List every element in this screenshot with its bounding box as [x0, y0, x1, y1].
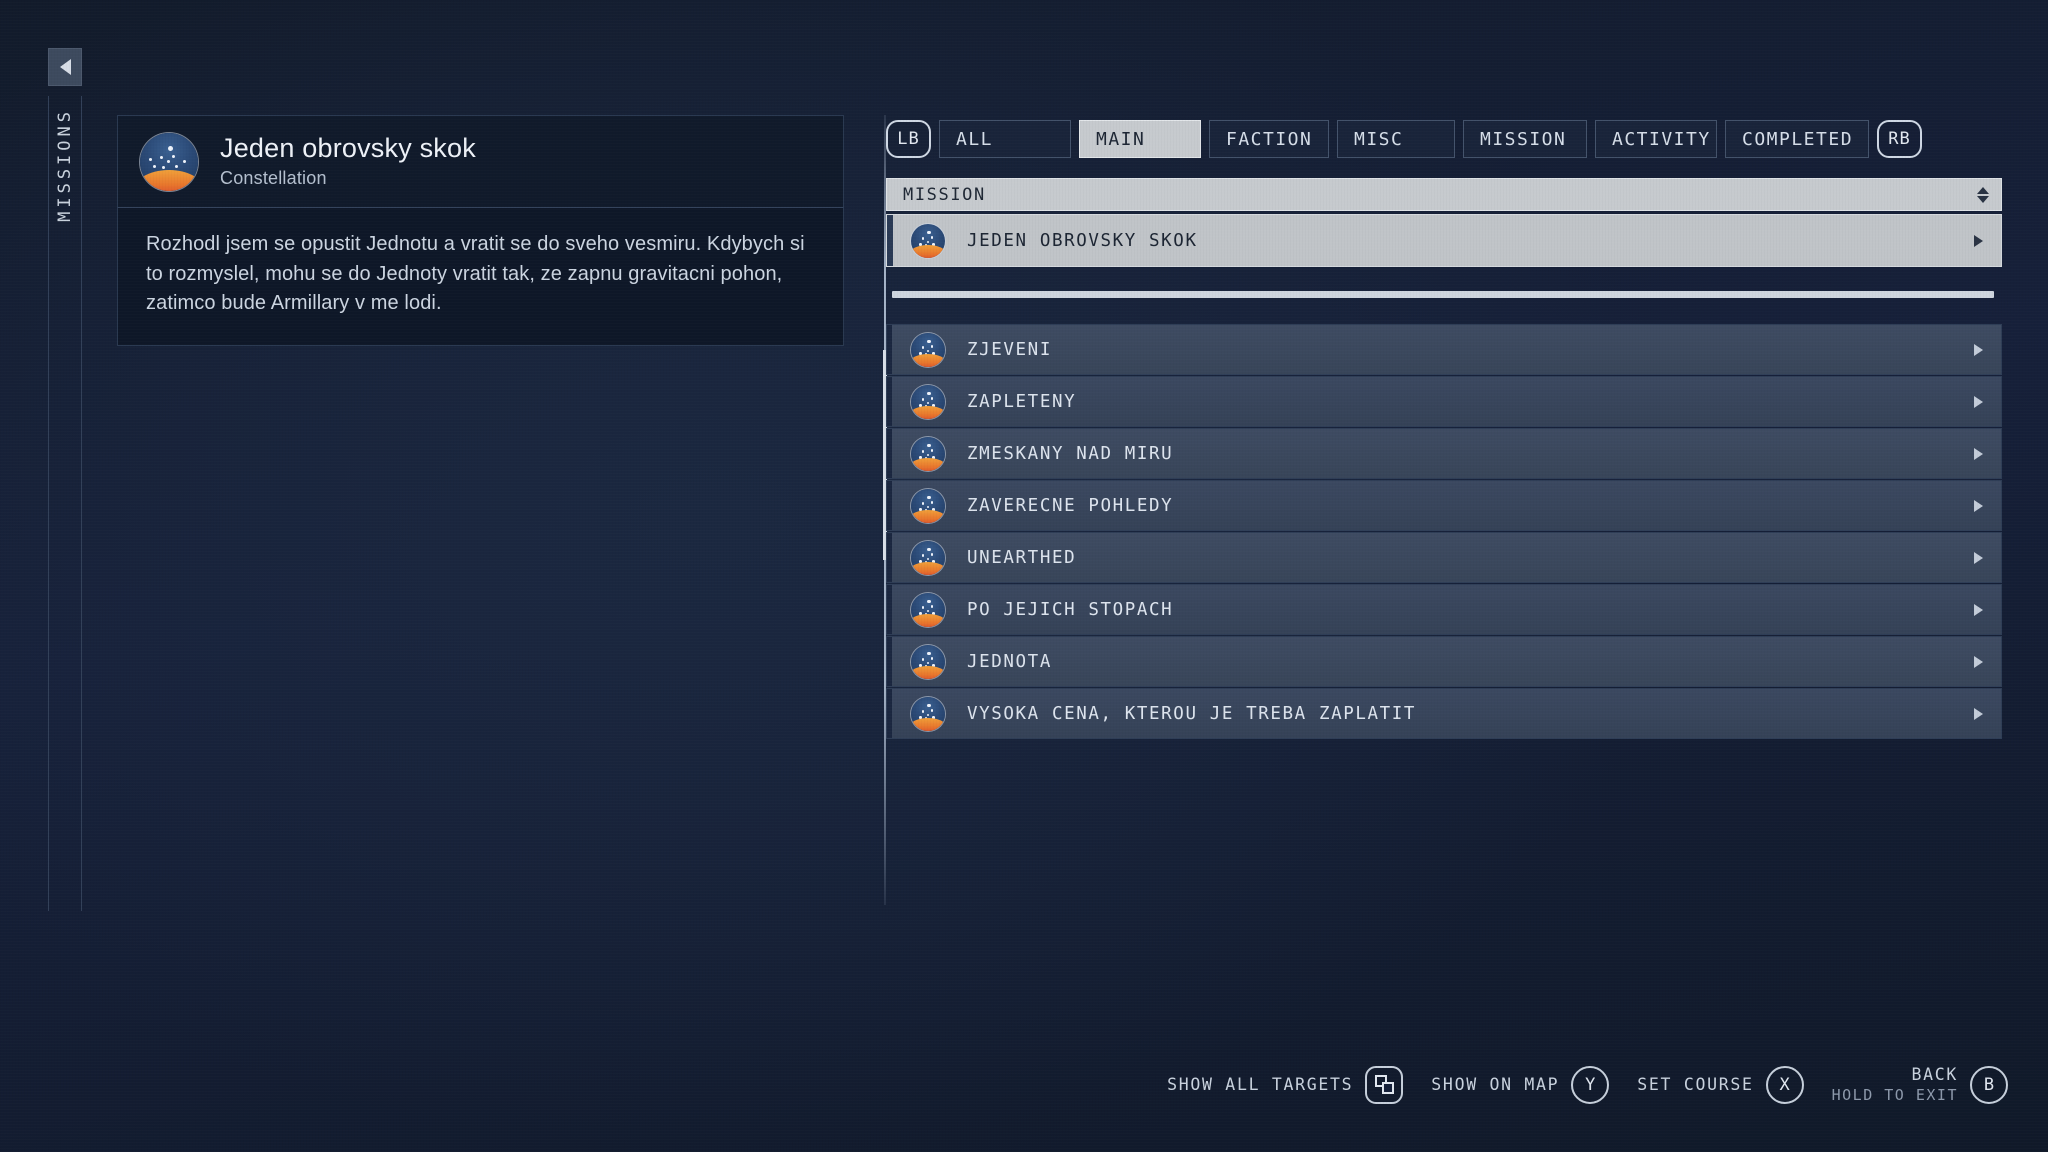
constellation-emblem-icon [140, 132, 198, 191]
mission-description: Rozhodl jsem se opustit Jednotu a vratit… [146, 233, 805, 315]
tracked-mission-section: JEDEN OBROVSKY SKOK [886, 214, 2002, 267]
row-accent-bar [887, 481, 892, 530]
mission-row[interactable]: ZAVERECNE POHLEDY [886, 480, 2002, 531]
chevron-right-icon [1974, 603, 1983, 616]
mission-row-label: ZJEVENI [967, 339, 1052, 360]
action-bar: SHOW ALL TARGETS SHOW ON MAP Y SET COURS… [1167, 1065, 2008, 1104]
view-icon [1374, 1075, 1394, 1094]
row-accent-bar [887, 533, 892, 582]
action-label: BACK [1911, 1065, 1958, 1084]
tab-misc[interactable]: MISC [1337, 120, 1455, 158]
constellation-emblem-icon [911, 540, 945, 575]
constellation-emblem-icon [911, 223, 945, 258]
mission-row[interactable]: ZJEVENI [886, 324, 2002, 375]
mission-row[interactable]: UNEARTHED [886, 532, 2002, 583]
tab-main[interactable]: MAIN [1079, 120, 1201, 158]
mission-row-label: JEDNOTA [967, 651, 1052, 672]
constellation-emblem-icon [911, 384, 945, 419]
row-accent-bar [887, 637, 892, 686]
column-header-label: MISSION [903, 184, 986, 205]
mission-row-tracked[interactable]: JEDEN OBROVSKY SKOK [886, 214, 2002, 267]
action-set-course[interactable]: SET COURSE X [1637, 1065, 1804, 1104]
mission-faction: Constellation [220, 168, 327, 189]
action-label: SHOW ON MAP [1431, 1075, 1560, 1094]
chevron-right-icon [1974, 551, 1983, 564]
row-accent-bar [887, 689, 892, 738]
column-header-mission[interactable]: MISSION [886, 178, 2002, 211]
constellation-emblem-icon [911, 488, 945, 523]
chevron-right-icon [1974, 395, 1983, 408]
missions-screen: MISSIONS Jeden obrovsky skok Constellati… [0, 0, 2048, 1152]
rail-label-text: MISSIONS [55, 108, 75, 222]
constellation-emblem-icon [911, 332, 945, 367]
mission-list: ZJEVENI ZAPLETENY ZMESKANY NAD MIRU ZAVEREC… [886, 324, 2002, 739]
chevron-right-icon [1974, 343, 1983, 356]
mission-row-label: PO JEJICH STOPACH [967, 599, 1174, 620]
constellation-emblem-icon [911, 436, 945, 471]
section-separator [892, 291, 1994, 298]
mission-row-label: ZMESKANY NAD MIRU [967, 443, 1174, 464]
left-rail: MISSIONS [48, 48, 82, 913]
y-button-icon[interactable]: Y [1571, 1065, 1610, 1104]
row-accent-bar [887, 429, 892, 478]
row-accent-bar [887, 325, 892, 374]
constellation-emblem-icon [911, 696, 945, 731]
chevron-right-icon [1974, 707, 1983, 720]
filter-tabbar: LB ALL MAIN FACTION MISC MISSION ACTIVIT… [886, 118, 2002, 160]
left-bumper-button[interactable]: LB [886, 120, 931, 158]
mission-row[interactable]: ZMESKANY NAD MIRU [886, 428, 2002, 479]
mission-row[interactable]: JEDNOTA [886, 636, 2002, 687]
chevron-right-icon [1974, 655, 1983, 668]
action-label: SET COURSE [1637, 1075, 1754, 1094]
tab-mission[interactable]: MISSION [1463, 120, 1587, 158]
mission-detail-header: Jeden obrovsky skok Constellation [117, 115, 844, 208]
mission-row[interactable]: ZAPLETENY [886, 376, 2002, 427]
constellation-emblem-icon [911, 592, 945, 627]
back-button[interactable] [48, 48, 82, 86]
mission-row-label: ZAVERECNE POHLEDY [967, 495, 1174, 516]
mission-row[interactable]: PO JEJICH STOPACH [886, 584, 2002, 635]
tab-completed[interactable]: COMPLETED [1725, 120, 1869, 158]
action-back[interactable]: BACK HOLD TO EXIT B [1832, 1065, 2008, 1104]
mission-row-label: JEDEN OBROVSKY SKOK [967, 230, 1198, 251]
chevron-right-icon [1974, 234, 1983, 247]
mission-detail-card: Jeden obrovsky skok Constellation Rozhod… [117, 115, 844, 346]
chevron-left-icon [59, 59, 71, 75]
constellation-emblem-icon [911, 644, 945, 679]
action-label: SHOW ALL TARGETS [1167, 1075, 1354, 1094]
row-accent-bar [887, 215, 893, 266]
tab-faction[interactable]: FACTION [1209, 120, 1329, 158]
mission-list-pane: LB ALL MAIN FACTION MISC MISSION ACTIVIT… [886, 118, 2002, 740]
action-show-on-map[interactable]: SHOW ON MAP Y [1431, 1065, 1610, 1104]
sort-updown-icon[interactable] [1977, 186, 1989, 203]
mission-row-label: ZAPLETENY [967, 391, 1077, 412]
right-bumper-button[interactable]: RB [1877, 120, 1922, 158]
action-sublabel: HOLD TO EXIT [1831, 1086, 1958, 1104]
row-accent-bar [887, 377, 892, 426]
mission-row-label: VYSOKA CENA, KTEROU JE TREBA ZAPLATIT [967, 703, 1417, 724]
mission-description-panel: Rozhodl jsem se opustit Jednotu a vratit… [117, 208, 844, 346]
rail-section-label: MISSIONS [48, 96, 82, 911]
mission-row[interactable]: VYSOKA CENA, KTEROU JE TREBA ZAPLATIT [886, 688, 2002, 739]
b-button-icon[interactable]: B [1970, 1065, 2008, 1104]
action-show-all-targets[interactable]: SHOW ALL TARGETS [1167, 1065, 1404, 1104]
view-icon-button[interactable] [1365, 1065, 1404, 1104]
row-accent-bar [887, 585, 892, 634]
tab-activity[interactable]: ACTIVITY [1595, 120, 1717, 158]
page-title: Jeden obrovsky skok [220, 132, 476, 163]
mission-row-label: UNEARTHED [967, 547, 1077, 568]
tab-all[interactable]: ALL [939, 120, 1071, 158]
chevron-right-icon [1974, 499, 1983, 512]
x-button-icon[interactable]: X [1765, 1065, 1804, 1104]
chevron-right-icon [1974, 447, 1983, 460]
